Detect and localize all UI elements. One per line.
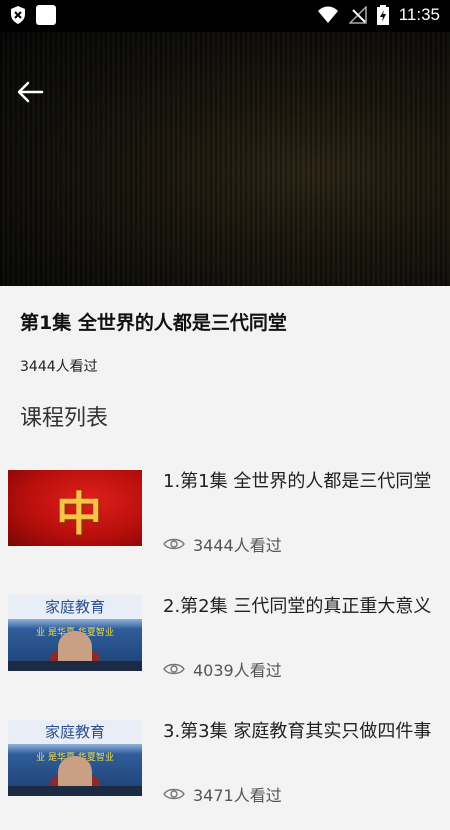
course-thumbnail[interactable]: 中 xyxy=(8,470,142,546)
thumbnail-banner: 家庭教育 xyxy=(8,595,142,619)
course-list-title: 课程列表 xyxy=(20,406,109,431)
status-bar: 11:35 xyxy=(0,0,450,32)
eye-icon xyxy=(163,788,185,800)
course-item[interactable]: 家庭教育 业 是华夏 华夏智业 2.第2集 三代同堂的真正重大意义 4039人看… xyxy=(0,595,450,705)
eye-icon xyxy=(163,538,185,550)
course-item[interactable]: 中 1.第1集 全世界的人都是三代同堂 3444人看过 xyxy=(0,470,450,580)
thumbnail-desk xyxy=(8,786,142,796)
clock: 11:35 xyxy=(398,5,440,24)
battery-charging-icon xyxy=(376,5,389,25)
thumbnail-logo: 中 xyxy=(56,487,102,541)
wifi-icon xyxy=(317,6,338,23)
thumbnail-desk xyxy=(8,661,142,671)
course-views: 4039人看过 xyxy=(163,657,282,681)
episode-views: 3444人看过 xyxy=(20,359,98,375)
course-item[interactable]: 家庭教育 业 是华夏 华夏智业 3.第3集 家庭教育其实只做四件事 3471人看… xyxy=(0,720,450,830)
thumbnail-banner: 家庭教育 xyxy=(8,720,142,744)
video-player[interactable] xyxy=(0,32,450,286)
course-views: 3471人看过 xyxy=(163,782,282,806)
course-thumbnail[interactable]: 家庭教育 业 是华夏 华夏智业 xyxy=(8,595,142,671)
course-thumbnail[interactable]: 家庭教育 业 是华夏 华夏智业 xyxy=(8,720,142,796)
shield-icon xyxy=(11,6,25,24)
course-title: 2.第2集 三代同堂的真正重大意义 xyxy=(163,596,432,617)
views-count: 3471人看过 xyxy=(193,786,282,805)
notification-icon xyxy=(36,5,56,25)
back-arrow-icon[interactable] xyxy=(16,80,44,104)
course-title: 3.第3集 家庭教育其实只做四件事 xyxy=(163,721,432,742)
eye-icon xyxy=(163,663,185,675)
course-title: 1.第1集 全世界的人都是三代同堂 xyxy=(163,471,432,492)
views-count: 3444人看过 xyxy=(193,536,282,555)
episode-title: 第1集 全世界的人都是三代同堂 xyxy=(20,312,287,334)
no-signal-icon xyxy=(348,6,367,24)
course-views: 3444人看过 xyxy=(163,532,282,556)
views-count: 4039人看过 xyxy=(193,661,282,680)
